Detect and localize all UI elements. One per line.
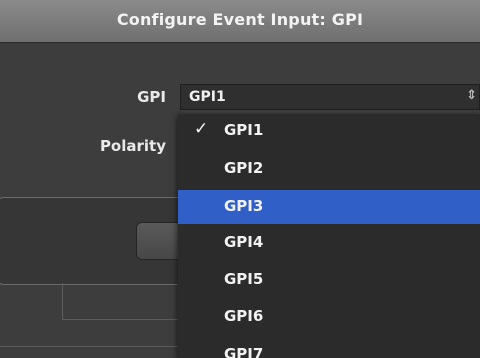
window-title: Configure Event Input: GPI: [116, 10, 364, 29]
gpi-dropdown-menu: ✓ GPI1 GPI2 GPI3 GPI4 GPI5 GPI6 GPI7: [178, 114, 480, 358]
menu-item-gpi2[interactable]: GPI2: [178, 152, 480, 186]
menu-item-gpi4[interactable]: GPI4: [178, 226, 480, 260]
menu-item-label: GPI3: [224, 197, 264, 215]
menu-item-gpi5[interactable]: GPI5: [178, 263, 480, 297]
menu-item-gpi3[interactable]: GPI3: [178, 190, 480, 224]
menu-item-gpi1[interactable]: ✓ GPI1: [178, 114, 480, 148]
menu-item-label: GPI5: [224, 270, 264, 288]
menu-item-label: GPI4: [224, 233, 264, 251]
gpi-label: GPI: [137, 88, 166, 106]
gpi-select[interactable]: GPI1 ⇕: [180, 84, 480, 110]
chevron-updown-icon: ⇕: [466, 88, 477, 103]
divider-line: [62, 283, 63, 319]
title-bar: Configure Event Input: GPI: [0, 0, 480, 43]
menu-item-label: GPI6: [224, 307, 264, 325]
checkmark-icon: ✓: [194, 119, 209, 139]
menu-item-label: GPI1: [224, 121, 264, 139]
divider-line: [0, 346, 180, 347]
menu-item-gpi7[interactable]: GPI7: [178, 338, 480, 358]
gpi-select-value: GPI1: [189, 89, 226, 105]
menu-item-gpi6[interactable]: GPI6: [178, 300, 480, 334]
polarity-label: Polarity: [99, 137, 166, 155]
menu-item-label: GPI2: [224, 159, 264, 177]
menu-item-label: GPI7: [224, 345, 264, 358]
divider-line: [62, 319, 182, 320]
